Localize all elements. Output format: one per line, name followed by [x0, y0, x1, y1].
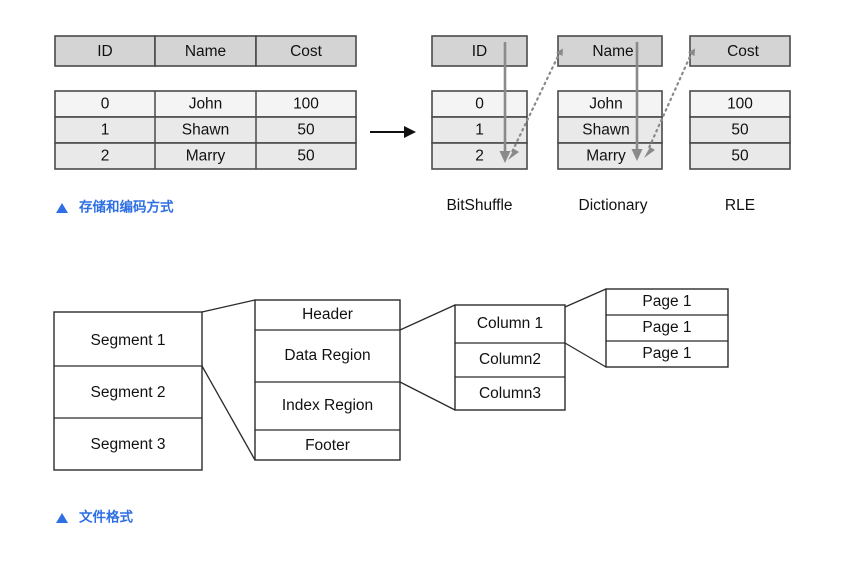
rle-header-label: Cost — [727, 43, 760, 60]
column-label-2: Column3 — [479, 385, 541, 402]
fileformat-caption: 文件格式 — [56, 509, 133, 525]
diagram-svg: ID Name Cost 0 John 100 1 Shawn 50 2 Mar… — [53, 35, 791, 525]
page-label-0: Page 1 — [642, 293, 691, 310]
triangle-up-icon-storage — [56, 203, 68, 213]
source-cell-r1c2: 50 — [297, 122, 315, 139]
region-label-2: Index Region — [282, 397, 373, 414]
source-cell-r2c0: 2 — [101, 148, 110, 165]
bitshuffle-header-label: ID — [472, 43, 488, 60]
segment-label-2: Segment 3 — [91, 436, 166, 453]
source-cell-r0c2: 100 — [293, 96, 319, 113]
source-header-label-1: Name — [185, 43, 226, 60]
dictionary-value-2: Marry — [586, 148, 626, 165]
segment-label-0: Segment 1 — [91, 332, 166, 349]
arrow-right-icon — [370, 126, 416, 138]
column-to-page-connectors — [564, 288, 607, 368]
rle-value-1: 50 — [731, 122, 749, 139]
regions-box: Header Data Region Index Region Footer — [254, 299, 401, 461]
region-label-3: Footer — [305, 437, 350, 454]
source-header-label-0: ID — [97, 43, 113, 60]
pages-box: Page 1 Page 1 Page 1 — [605, 288, 729, 368]
page-label-2: Page 1 — [642, 345, 691, 362]
bitshuffle-encoding-label: BitShuffle — [446, 197, 512, 214]
source-table-body: 0 John 100 1 Shawn 50 2 Marry 50 — [54, 90, 357, 170]
columns-box: Column 1 Column2 Column3 — [454, 304, 566, 411]
region-label-1: Data Region — [284, 347, 370, 364]
source-cell-r1c1: Shawn — [182, 122, 229, 139]
bitshuffle-value-0: 0 — [475, 96, 484, 113]
dictionary-column: Name John Shawn Marry Dictionary — [557, 35, 663, 214]
fileformat-caption-label: 文件格式 — [79, 509, 133, 525]
dictionary-header-label: Name — [592, 43, 633, 60]
bitshuffle-column: ID 0 1 2 BitShuffle — [431, 35, 528, 214]
rle-value-2: 50 — [731, 148, 749, 165]
region-to-column-connectors — [399, 304, 456, 411]
column-label-1: Column2 — [479, 351, 541, 368]
rle-value-0: 100 — [727, 96, 753, 113]
regions-outer-rect — [254, 299, 401, 461]
source-cell-r1c0: 1 — [101, 122, 110, 139]
segment-to-region-connectors — [201, 299, 256, 461]
source-header-label-2: Cost — [290, 43, 323, 60]
source-cell-r0c0: 0 — [101, 96, 110, 113]
triangle-up-icon-fileformat — [56, 513, 68, 523]
source-table-header: ID Name Cost — [54, 35, 357, 67]
rle-column: Cost 100 50 50 RLE — [689, 35, 791, 214]
source-cell-r0c1: John — [189, 96, 223, 113]
page-label-1: Page 1 — [642, 319, 691, 336]
diagram-canvas: ID Name Cost 0 John 100 1 Shawn 50 2 Mar… — [0, 0, 868, 574]
rle-encoding-label: RLE — [725, 197, 755, 214]
source-cell-r2c1: Marry — [186, 148, 226, 165]
source-cell-r2c2: 50 — [297, 148, 315, 165]
dictionary-value-1: Shawn — [582, 122, 629, 139]
bitshuffle-value-1: 1 — [475, 122, 484, 139]
storage-caption: 存储和编码方式 — [56, 199, 174, 215]
dictionary-value-0: John — [589, 96, 623, 113]
region-label-0: Header — [302, 306, 353, 323]
column-label-0: Column 1 — [477, 315, 543, 332]
segments-box: Segment 1 Segment 2 Segment 3 — [53, 311, 203, 471]
dictionary-encoding-label: Dictionary — [579, 197, 648, 214]
bitshuffle-value-2: 2 — [475, 148, 484, 165]
segment-label-1: Segment 2 — [91, 384, 166, 401]
storage-caption-label: 存储和编码方式 — [79, 199, 174, 215]
